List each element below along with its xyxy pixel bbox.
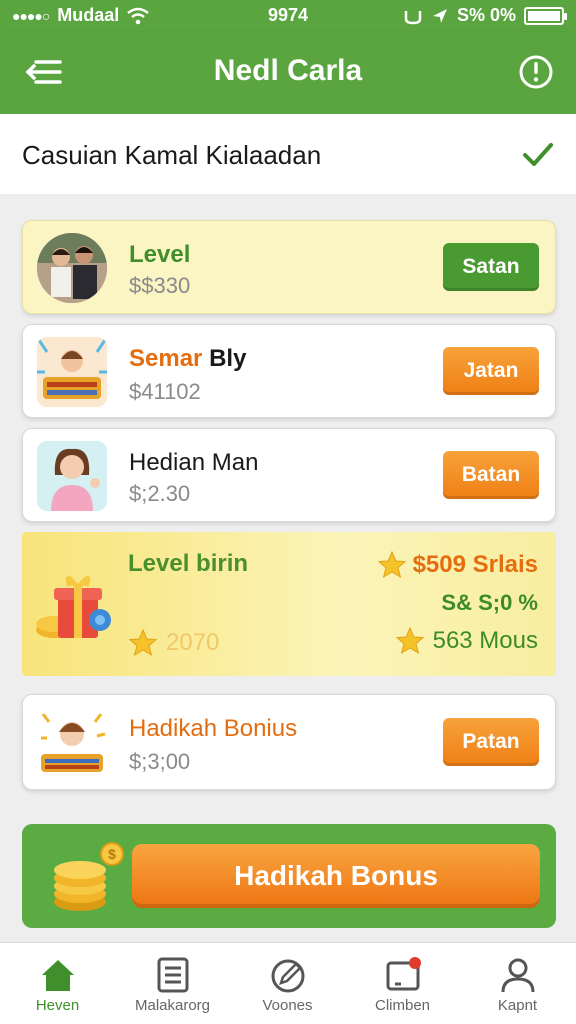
- promo-prize-percent: S& S;0 %: [441, 590, 538, 615]
- offer-price: $41102: [129, 379, 201, 404]
- bonus-banner: $ Hadikah Bonus: [22, 824, 556, 928]
- app-bar: Nedl Carla: [0, 32, 576, 114]
- offer-card-bonus[interactable]: Hadikah Bonius $;3;00 Patan: [22, 694, 556, 790]
- offer-card-semar[interactable]: Semar Bly $41102 Jatan: [22, 324, 556, 418]
- star-badge-icon: [128, 628, 158, 657]
- checkmark-icon[interactable]: [520, 136, 556, 172]
- offer-action-button[interactable]: Satan: [443, 243, 539, 291]
- tab-home[interactable]: Heven: [0, 943, 115, 1024]
- offer-name: Semar Bly: [129, 345, 247, 372]
- profile-icon: [501, 958, 534, 993]
- offer-name: Hadikah Bonius: [129, 715, 298, 742]
- status-bar: ●●●●○ Mudaal 9974 S% 0%: [0, 0, 576, 32]
- woman-avatar: [37, 441, 107, 511]
- offer-price: $;2.30: [129, 481, 191, 506]
- offer-price: $;3;00: [129, 749, 191, 774]
- page-title: Nedl Carla: [213, 54, 363, 87]
- home-icon: [41, 960, 74, 991]
- tab-list[interactable]: Malakarorg: [115, 943, 230, 1024]
- section-title: Casuian Kamal Kialaadan: [22, 140, 322, 170]
- offer-name: Level: [129, 241, 191, 268]
- tablet-icon: [386, 957, 421, 991]
- bonus-character-icon: [37, 708, 107, 778]
- offer-action-button[interactable]: Patan: [443, 718, 539, 766]
- gift-box-icon: [36, 576, 111, 638]
- game-character-icon: [37, 337, 107, 407]
- promo-points: 2070: [128, 628, 219, 658]
- edit-icon: [271, 959, 304, 993]
- star-icon: [377, 550, 406, 579]
- promo-title: Level birin: [128, 550, 249, 577]
- promo-prize-cash: $509 Srlais: [377, 550, 538, 580]
- list-icon: [157, 957, 188, 993]
- offer-card-level[interactable]: Level $$330 Satan: [22, 220, 556, 314]
- coin-stack-icon: $: [54, 842, 124, 911]
- svg-text:$: $: [108, 846, 116, 862]
- section-header: Casuian Kamal Kialaadan: [0, 114, 576, 194]
- battery-percent: S% 0%: [456, 5, 516, 25]
- info-icon[interactable]: [518, 54, 554, 90]
- tab-profile[interactable]: Kapnt: [460, 943, 575, 1024]
- offer-action-button[interactable]: Batan: [443, 451, 539, 499]
- offer-action-button[interactable]: Jatan: [443, 347, 539, 395]
- tab-edit[interactable]: Voones: [230, 943, 345, 1024]
- alarm-icon: [404, 10, 422, 24]
- clock: 9974: [267, 5, 309, 25]
- level-promo-panel[interactable]: Level birin $509 Srlais S& S;0 % 563 Mou…: [22, 532, 556, 676]
- offer-card-hedian[interactable]: Hedian Man $;2.30 Batan: [22, 428, 556, 522]
- offer-price: $$330: [129, 273, 191, 298]
- battery-icon: [524, 6, 567, 25]
- location-arrow-icon: [432, 8, 447, 23]
- promo-prize-mous: 563 Mous: [395, 626, 538, 656]
- offer-name: Hedian Man: [129, 449, 259, 476]
- bonus-cta-button[interactable]: Hadikah Bonus: [132, 844, 540, 908]
- couple-avatar: [37, 233, 107, 303]
- star-icon: [395, 626, 424, 655]
- bottom-tab-bar: Heven Malakarorg Voones Climben Kapnt: [0, 942, 576, 1024]
- tab-tablet[interactable]: Climben: [345, 943, 460, 1024]
